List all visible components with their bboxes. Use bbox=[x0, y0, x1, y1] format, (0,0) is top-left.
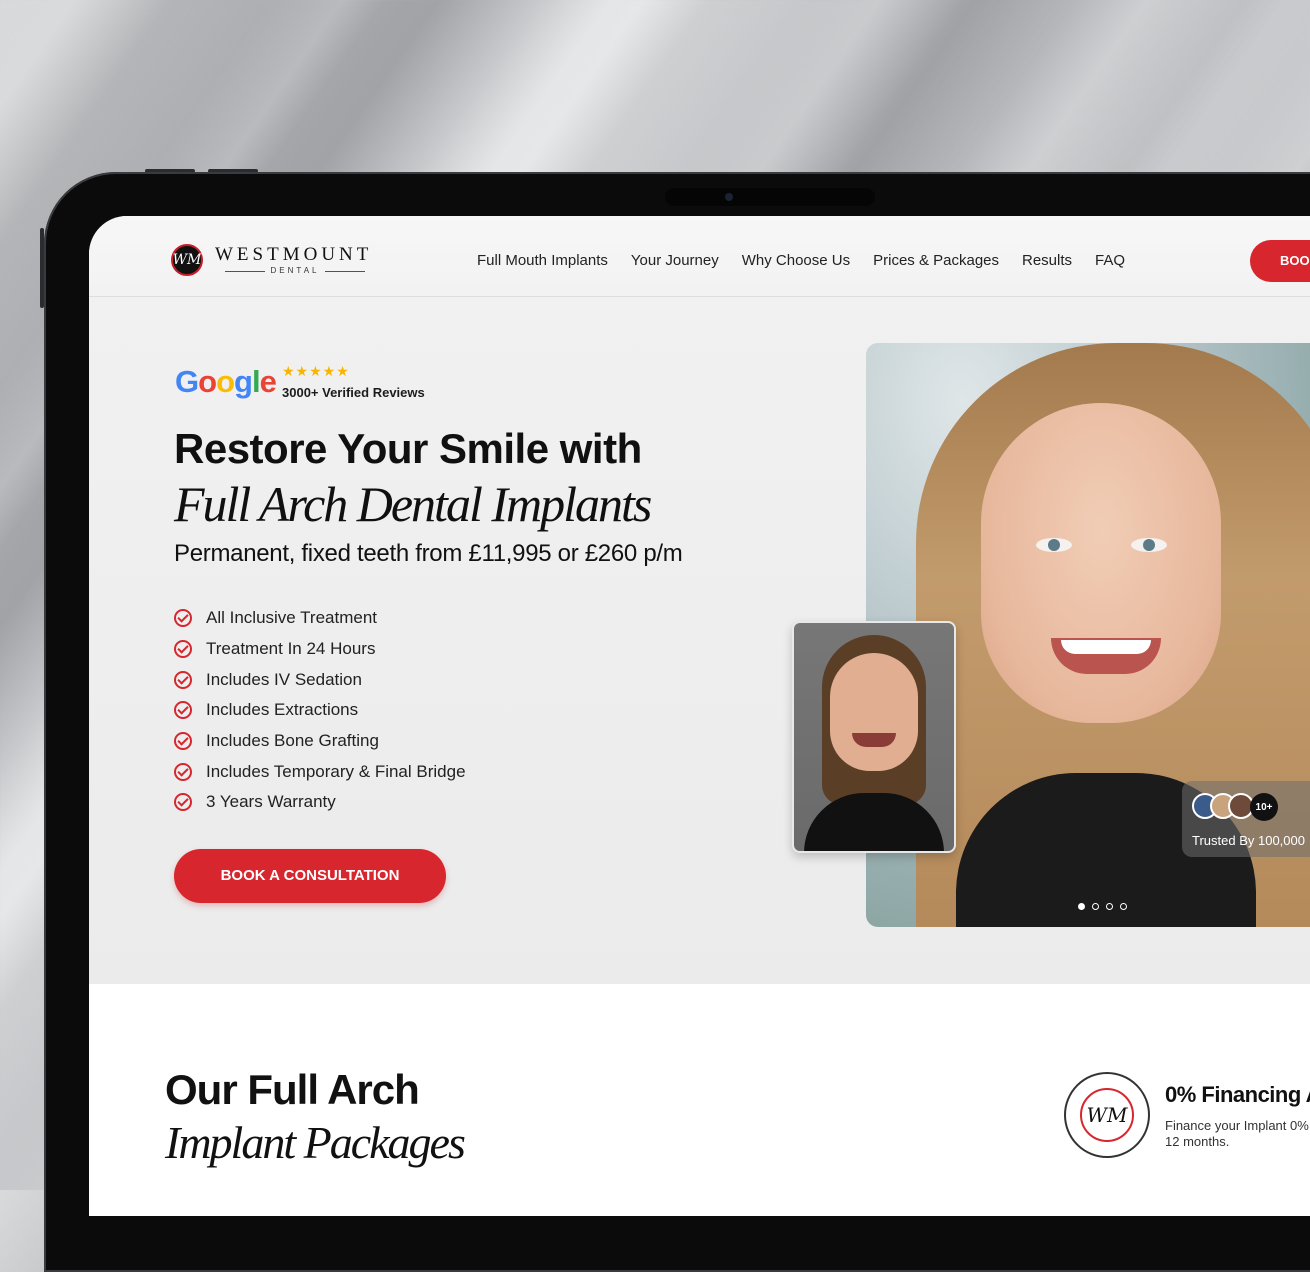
carousel-dot[interactable] bbox=[1106, 903, 1113, 910]
camera-icon bbox=[725, 193, 733, 201]
feature-item: Includes Bone Grafting bbox=[174, 726, 466, 757]
before-photo bbox=[792, 621, 956, 853]
packages-title-italic: Implant Packages bbox=[165, 1117, 466, 1168]
photo-eye bbox=[1036, 538, 1072, 552]
financing-badge-icon: WM bbox=[1064, 1072, 1150, 1158]
nav-prices-packages[interactable]: Prices & Packages bbox=[873, 252, 999, 269]
book-button[interactable]: BOO bbox=[1250, 240, 1310, 282]
nav-why-choose-us[interactable]: Why Choose Us bbox=[742, 252, 850, 269]
avatar-count: 10+ bbox=[1250, 793, 1278, 821]
logo-icon[interactable]: WM bbox=[171, 244, 203, 276]
price-line: Permanent, fixed teeth from £11,995 or £… bbox=[174, 540, 683, 567]
book-consultation-button[interactable]: BOOK A CONSULTATION bbox=[174, 849, 446, 903]
logo-subtitle: DENTAL bbox=[225, 266, 365, 275]
feature-list: All Inclusive Treatment Treatment In 24 … bbox=[174, 603, 466, 818]
trusted-text: Trusted By 100,000 bbox=[1192, 833, 1305, 848]
screen: WM WESTMOUNT DENTAL Full Mouth Implants … bbox=[89, 216, 1310, 1216]
check-icon bbox=[174, 609, 192, 628]
feature-item: Treatment In 24 Hours bbox=[174, 634, 466, 665]
photo-face bbox=[981, 403, 1221, 723]
feature-label: Includes Temporary & Final Bridge bbox=[206, 761, 466, 781]
carousel-dot[interactable] bbox=[1120, 903, 1127, 910]
trusted-badge: 10+ Trusted By 100,000 bbox=[1182, 781, 1310, 857]
financing-title: 0% Financing A bbox=[1165, 1082, 1310, 1107]
google-logo: Google bbox=[175, 364, 277, 399]
packages-section: Our Full Arch Implant Packages WM 0% Fin… bbox=[89, 984, 1310, 1216]
camera-bar bbox=[665, 188, 875, 206]
feature-item: Includes IV Sedation bbox=[174, 664, 466, 695]
hero-headline-italic: Full Arch Dental Implants bbox=[174, 476, 652, 532]
photo-mouth bbox=[852, 733, 896, 747]
check-icon bbox=[174, 762, 192, 781]
site-header: WM WESTMOUNT DENTAL Full Mouth Implants … bbox=[89, 216, 1310, 297]
main-nav: Full Mouth Implants Your Journey Why Cho… bbox=[477, 252, 1125, 269]
photo-smile bbox=[1051, 638, 1161, 674]
carousel-dot[interactable] bbox=[1092, 903, 1099, 910]
feature-label: Includes Bone Grafting bbox=[206, 731, 379, 751]
feature-item: Includes Temporary & Final Bridge bbox=[174, 756, 466, 787]
hero-section: Google ★★★★★ 3000+ Verified Reviews Rest… bbox=[89, 297, 1310, 984]
carousel-dots bbox=[1078, 903, 1127, 910]
nav-faq[interactable]: FAQ bbox=[1095, 252, 1125, 269]
logo-name[interactable]: WESTMOUNT bbox=[215, 244, 372, 266]
feature-item: All Inclusive Treatment bbox=[174, 603, 466, 634]
packages-title: Our Full Arch bbox=[165, 1066, 420, 1113]
financing-text: Finance your Implant 0% to 12 months. bbox=[1165, 1118, 1310, 1149]
nav-your-journey[interactable]: Your Journey bbox=[631, 252, 719, 269]
avatar-group: 10+ bbox=[1192, 793, 1278, 821]
reviews-count: 3000+ Verified Reviews bbox=[282, 385, 425, 400]
check-icon bbox=[174, 670, 192, 689]
feature-label: Includes Extractions bbox=[206, 700, 359, 720]
photo-face bbox=[830, 653, 918, 771]
photo-eye bbox=[1131, 538, 1167, 552]
feature-item: Includes Extractions bbox=[174, 695, 466, 726]
photo-shirt bbox=[804, 793, 944, 851]
nav-results[interactable]: Results bbox=[1022, 252, 1072, 269]
feature-label: Treatment In 24 Hours bbox=[206, 639, 376, 659]
feature-label: All Inclusive Treatment bbox=[206, 608, 378, 628]
check-icon bbox=[174, 732, 192, 751]
carousel-dot[interactable] bbox=[1078, 903, 1085, 910]
nav-full-mouth-implants[interactable]: Full Mouth Implants bbox=[477, 252, 608, 269]
check-icon bbox=[174, 640, 192, 659]
hero-headline: Restore Your Smile with bbox=[174, 425, 642, 472]
badge-monogram: WM bbox=[1080, 1088, 1134, 1142]
feature-label: 3 Years Warranty bbox=[206, 792, 336, 812]
feature-item: 3 Years Warranty bbox=[174, 787, 466, 818]
check-icon bbox=[174, 701, 192, 720]
feature-label: Includes IV Sedation bbox=[206, 669, 362, 689]
rating-stars: ★★★★★ bbox=[282, 363, 350, 379]
check-icon bbox=[174, 793, 192, 812]
